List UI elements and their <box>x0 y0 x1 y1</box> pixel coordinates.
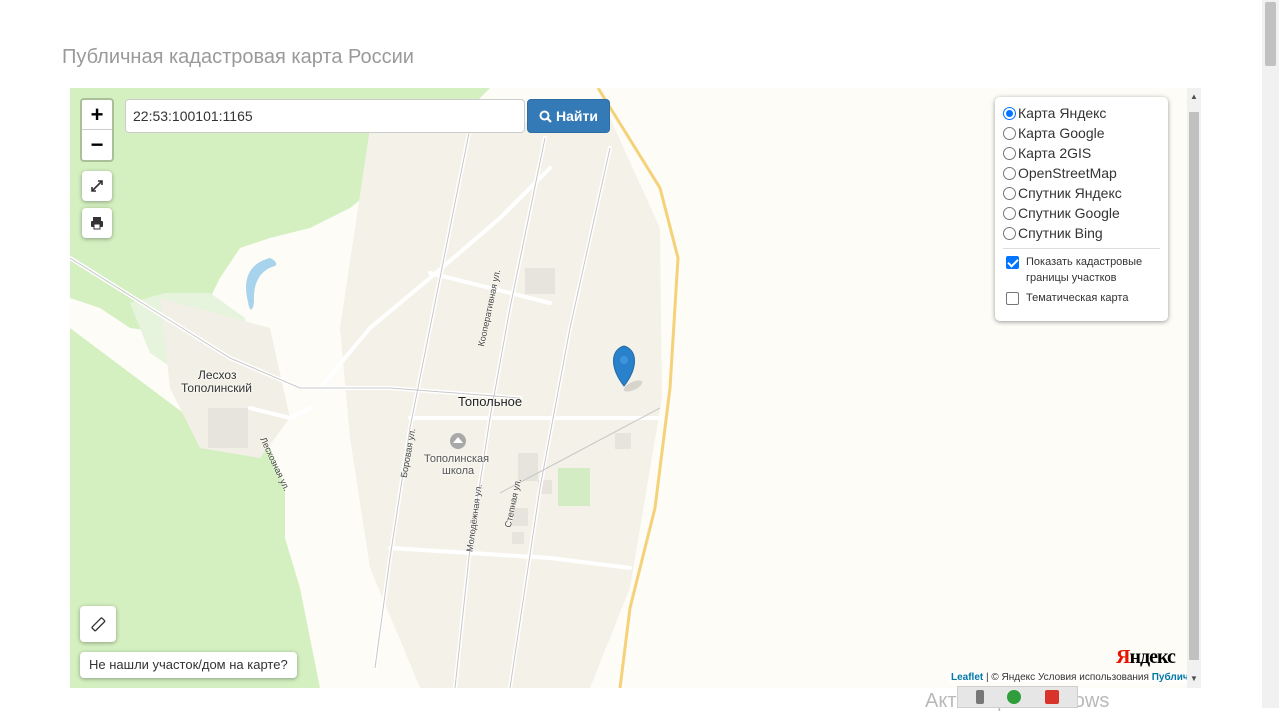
not-found-button[interactable]: Не нашли участок/дом на карте? <box>80 652 297 678</box>
search-button-label: Найти <box>556 108 598 124</box>
layer-option[interactable]: Спутник Bing <box>1003 223 1160 243</box>
building <box>518 453 538 481</box>
building <box>615 433 631 449</box>
layer-label: Карта 2GIS <box>1018 145 1092 161</box>
overlay-label: Показать кадастровые границы участков <box>1026 256 1143 284</box>
shield-icon[interactable] <box>1007 690 1022 704</box>
cadastral-number-input[interactable]: 22:53:100101:1165 <box>125 99 525 133</box>
layer-option[interactable]: Спутник Google <box>1003 203 1160 223</box>
layer-label: OpenStreetMap <box>1018 165 1117 181</box>
page-title: Публичная кадастровая карта России <box>62 46 414 68</box>
layer-option[interactable]: Карта 2GIS <box>1003 143 1160 163</box>
leaflet-link[interactable]: Leaflet <box>951 672 983 683</box>
school-label-line2: школа <box>442 465 475 477</box>
zoom-out-button[interactable]: − <box>82 130 112 160</box>
yandex-terms[interactable]: © Яндекс Условия использования <box>991 672 1149 683</box>
page-scrollbar[interactable] <box>1262 0 1279 708</box>
layer-label: Спутник Google <box>1018 205 1120 221</box>
layer-label: Спутник Яндекс <box>1018 185 1122 201</box>
radio[interactable] <box>1003 186 1016 200</box>
expand-icon <box>91 180 103 192</box>
print-button[interactable] <box>82 208 112 238</box>
ruler-icon <box>91 617 106 632</box>
layer-option[interactable]: Спутник Яндекс <box>1003 183 1160 203</box>
radio[interactable] <box>1003 166 1016 180</box>
search-icon <box>539 110 552 123</box>
scroll-thumb[interactable] <box>1189 112 1199 660</box>
layers-panel: Карта Яндекс Карта Google Карта 2GIS Ope… <box>995 97 1168 321</box>
map-attribution: Leaflet | © Яндекс Условия использования… <box>948 672 1187 683</box>
overlay-label: Тематическая карта <box>1026 292 1129 304</box>
radio[interactable] <box>1003 126 1016 140</box>
village-label: Топольное <box>458 394 523 409</box>
yandex-logo: Яндекс <box>1116 646 1176 669</box>
page-scroll-thumb[interactable] <box>1265 2 1276 66</box>
checkbox-checked[interactable] <box>1006 256 1019 269</box>
building <box>525 268 555 294</box>
zoom-in-button[interactable]: + <box>82 100 112 130</box>
map-scrollbar[interactable]: ▲ ▼ <box>1187 88 1201 688</box>
cadastral-map[interactable]: Топольное Лесхоз Тополинский Тополинская… <box>70 88 1187 688</box>
building <box>208 408 248 448</box>
overlay-option[interactable]: Тематическая карта <box>1003 290 1160 306</box>
overlay-option[interactable]: Показать кадастровые границы участков <box>1003 254 1160 286</box>
zoom-control: + − <box>80 98 114 162</box>
measure-button[interactable] <box>80 606 116 642</box>
sports-field <box>558 468 590 506</box>
scroll-up-arrow-icon[interactable]: ▲ <box>1187 90 1201 104</box>
search-button[interactable]: Найти <box>527 99 610 133</box>
layer-option[interactable]: OpenStreetMap <box>1003 163 1160 183</box>
layer-label: Карта Google <box>1018 125 1105 141</box>
layer-label: Спутник Bing <box>1018 225 1103 241</box>
radio[interactable] <box>1003 146 1016 160</box>
yandex-logo-rest: ндекс <box>1129 646 1175 668</box>
yandex-logo-first: Я <box>1116 646 1130 668</box>
checkbox[interactable] <box>1006 292 1019 305</box>
scroll-down-arrow-icon[interactable]: ▼ <box>1187 672 1201 686</box>
forestry-label-line2: Тополинский <box>181 381 252 395</box>
layer-option[interactable]: Карта Google <box>1003 123 1160 143</box>
radio-selected[interactable] <box>1003 106 1016 120</box>
app-icon[interactable] <box>1045 690 1060 704</box>
building <box>512 532 524 544</box>
usb-icon[interactable] <box>975 690 984 704</box>
layer-label: Карта Яндекс <box>1018 105 1107 121</box>
radio[interactable] <box>1003 226 1016 240</box>
layer-option[interactable]: Карта Яндекс <box>1003 103 1160 123</box>
fullscreen-button[interactable] <box>82 171 112 201</box>
divider <box>1003 248 1160 249</box>
radio[interactable] <box>1003 206 1016 220</box>
system-tray <box>957 686 1078 708</box>
printer-icon <box>91 217 103 230</box>
river <box>246 258 277 310</box>
cadastral-link[interactable]: Публичная кадастровая карта, © <box>1152 672 1187 683</box>
